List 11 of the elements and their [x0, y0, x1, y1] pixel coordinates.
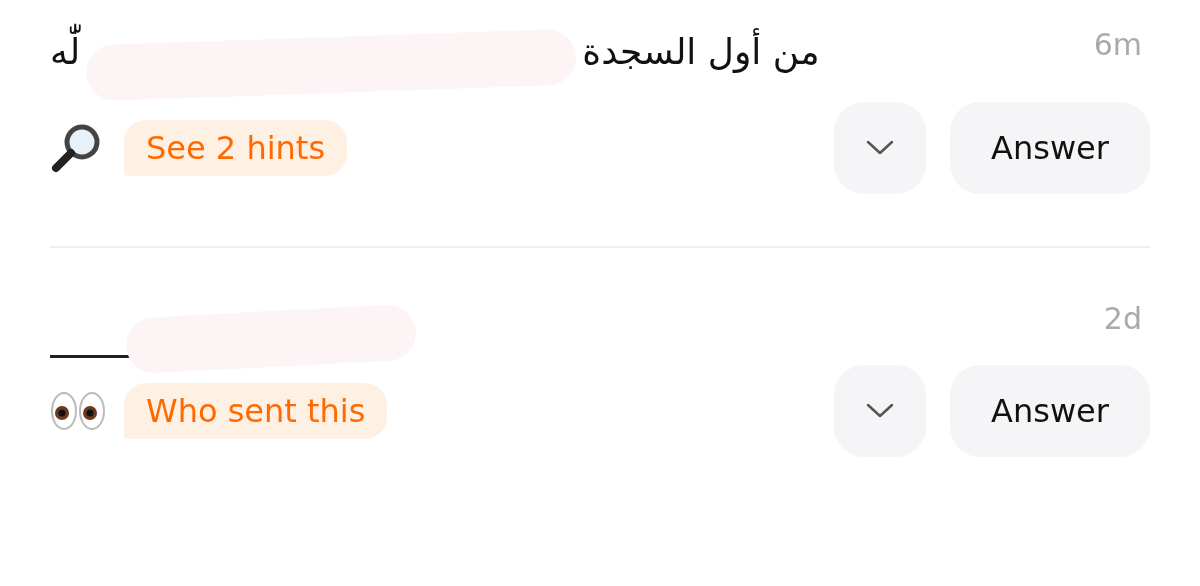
expand-button[interactable] — [834, 365, 926, 457]
expand-button[interactable] — [834, 102, 926, 194]
chevron-down-icon — [865, 139, 895, 157]
message-text: من أول السجدة — [582, 25, 820, 79]
chevron-down-icon — [865, 402, 895, 420]
message-text: لّٰه — [50, 25, 81, 79]
answer-button[interactable]: Answer — [950, 102, 1150, 194]
eyes-icon — [50, 389, 106, 433]
timestamp: 6m — [1093, 26, 1143, 64]
answer-button[interactable]: Answer — [950, 365, 1150, 457]
timestamp: 2d — [1103, 300, 1143, 338]
